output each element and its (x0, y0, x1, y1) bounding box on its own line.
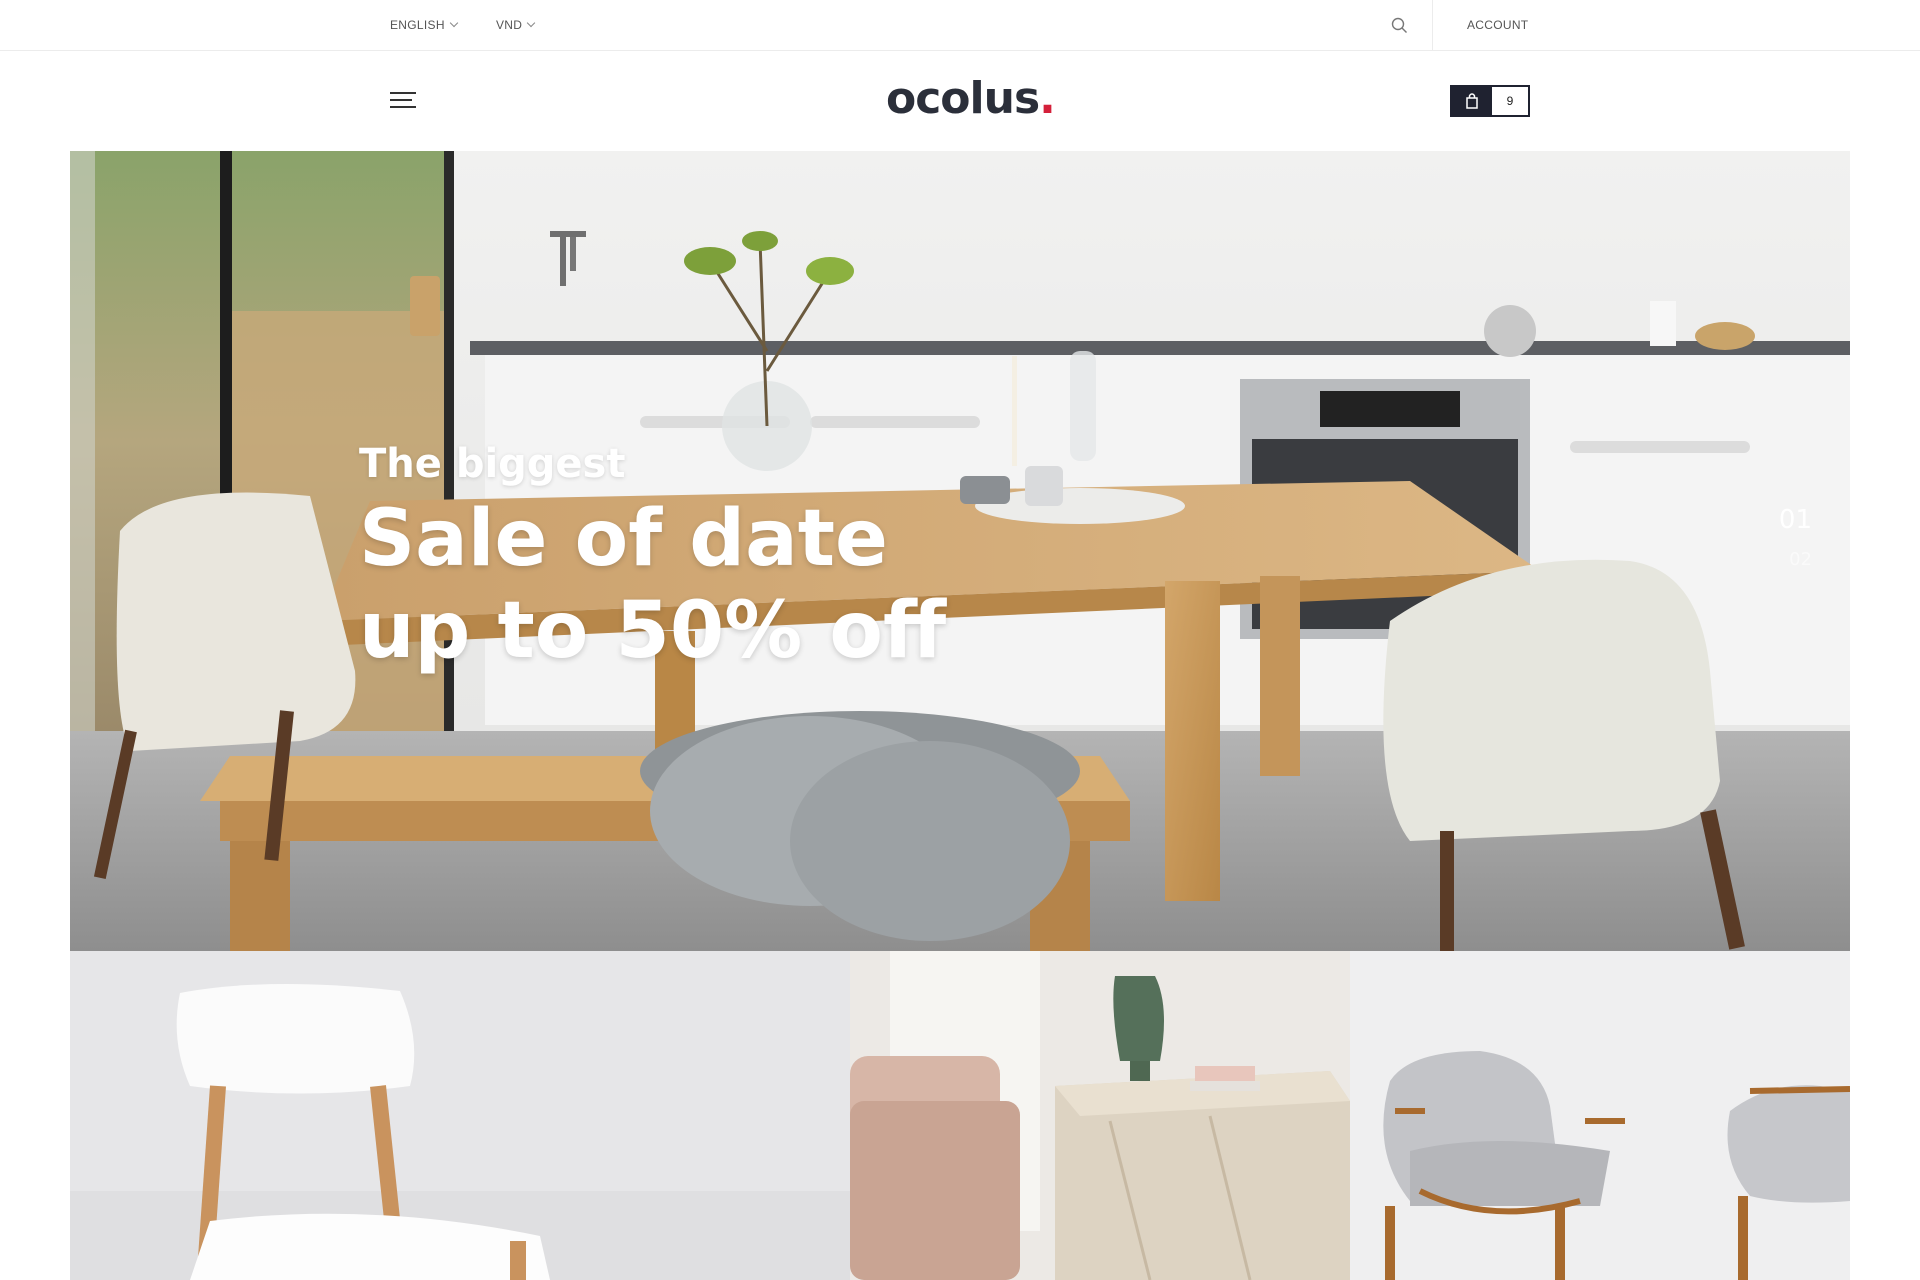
hero-title-line-2: up to 50% off (359, 586, 947, 676)
logo-text: ocolus (886, 73, 1040, 124)
site-logo[interactable]: ocolus. (886, 73, 1056, 124)
account-link[interactable]: ACCOUNT (1467, 0, 1528, 50)
hero-image (70, 151, 1850, 951)
hero-slider: The biggest Sale of date up to 50% off 0… (70, 151, 1850, 951)
cart-button[interactable]: 9 (1450, 85, 1530, 117)
currency-selector[interactable]: VND (496, 0, 536, 50)
category-tiles (70, 951, 1850, 1280)
category-tile-armchair[interactable] (1350, 951, 1850, 1280)
search-icon[interactable] (1388, 14, 1412, 38)
hamburger-menu-icon[interactable] (390, 92, 416, 112)
armchair-image (1350, 951, 1850, 1280)
language-label: ENGLISH (390, 18, 445, 32)
currency-label: VND (496, 18, 523, 32)
divider (1432, 0, 1433, 50)
hero-pretitle: The biggest (359, 441, 626, 487)
category-tile-chair[interactable] (70, 951, 850, 1280)
chevron-down-icon (449, 18, 459, 28)
sideboard-image (850, 951, 1350, 1280)
hero-title: Sale of date up to 50% off (359, 493, 946, 677)
shopping-bag-icon (1452, 87, 1492, 115)
main-header: ocolus. 9 (0, 51, 1920, 151)
cart-count: 9 (1492, 87, 1528, 115)
top-bar: ENGLISH VND ACCOUNT (0, 0, 1920, 51)
category-tile-sideboard[interactable] (850, 951, 1350, 1280)
slide-2-button[interactable]: 02 (1779, 549, 1812, 570)
chair-image (70, 951, 850, 1280)
logo-dot: . (1039, 73, 1056, 124)
chevron-down-icon (527, 18, 536, 28)
hero-title-line-1: Sale of date (359, 494, 888, 584)
slide-pager: 01 02 (1779, 505, 1812, 570)
language-selector[interactable]: ENGLISH (390, 0, 459, 50)
hero-text: The biggest Sale of date up to 50% off (359, 441, 946, 677)
slide-1-button[interactable]: 01 (1779, 505, 1812, 535)
